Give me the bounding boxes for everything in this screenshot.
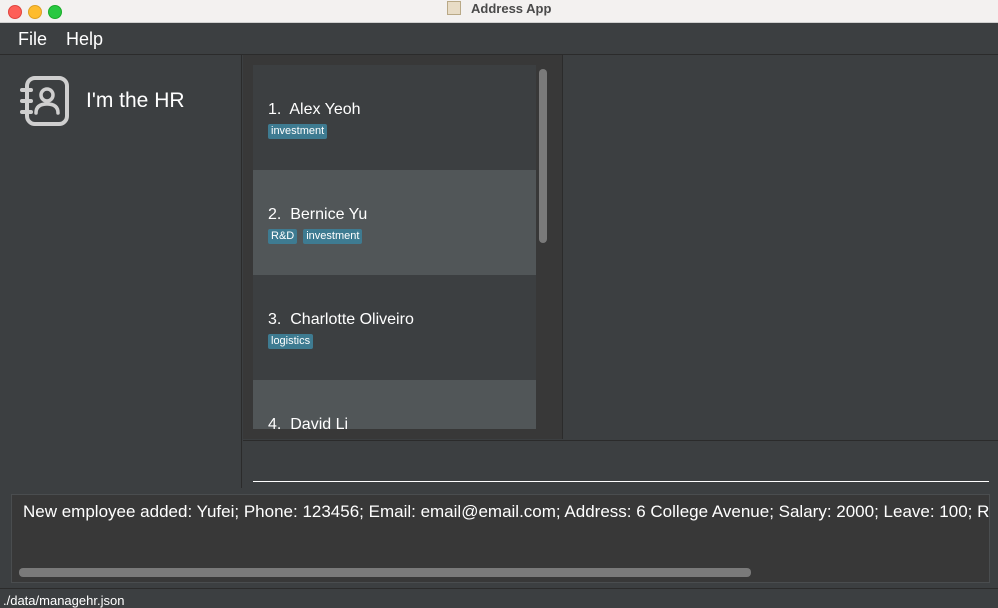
result-message: New employee added: Yufei; Phone: 123456… (23, 502, 990, 521)
person-name: 3. Charlotte Oliveiro (268, 311, 414, 329)
person-card[interactable]: 4. David Li (253, 380, 536, 429)
app-file-icon (446, 1, 461, 15)
person-list[interactable]: 1. Alex Yeoh investment 2. Bernice Yu R&… (253, 65, 536, 429)
person-list-panel: 1. Alex Yeoh investment 2. Bernice Yu R&… (243, 55, 563, 439)
menu-file[interactable]: File (18, 29, 47, 50)
person-index: 1. (268, 101, 282, 118)
app-name: I'm the HR (86, 89, 185, 112)
person-index: 4. (268, 416, 282, 429)
window-titlebar: Address App (0, 0, 998, 23)
person-name: 1. Alex Yeoh (268, 101, 361, 119)
person-index: 2. (268, 206, 282, 223)
command-box (243, 440, 998, 489)
person-name-text: Charlotte Oliveiro (290, 311, 414, 328)
result-display[interactable]: New employee added: Yufei; Phone: 123456… (11, 494, 990, 583)
person-tags: logistics (268, 331, 319, 349)
sidebar: I'm the HR (0, 55, 242, 488)
person-name: 2. Bernice Yu (268, 206, 367, 224)
person-index: 3. (268, 311, 282, 328)
window-title: Address App (471, 1, 552, 16)
person-tags: R&D investment (268, 226, 368, 244)
window-title-wrap: Address App (0, 0, 998, 22)
command-input[interactable] (253, 451, 989, 482)
address-book-person-icon (20, 76, 69, 126)
person-detail-panel (563, 55, 998, 439)
person-tags: investment (268, 121, 333, 139)
person-name-text: Bernice Yu (290, 206, 368, 223)
tag: investment (303, 229, 363, 244)
person-name: 4. David Li (268, 416, 348, 429)
tag: R&D (268, 229, 298, 244)
person-name-text: Alex Yeoh (289, 101, 361, 118)
menu-bar: File Help (0, 23, 998, 55)
person-card[interactable]: 3. Charlotte Oliveiro logistics (253, 275, 536, 380)
person-name-text: David Li (290, 416, 349, 429)
person-card[interactable]: 1. Alex Yeoh investment (253, 65, 536, 170)
result-horizontal-scrollbar[interactable] (19, 568, 751, 577)
person-card[interactable]: 2. Bernice Yu R&D investment (253, 170, 536, 275)
tag: logistics (268, 334, 314, 349)
status-bar: ./data/managehr.json (0, 588, 998, 608)
menu-help[interactable]: Help (66, 29, 103, 50)
person-list-scrollbar[interactable] (539, 69, 547, 243)
tag: investment (268, 124, 328, 139)
